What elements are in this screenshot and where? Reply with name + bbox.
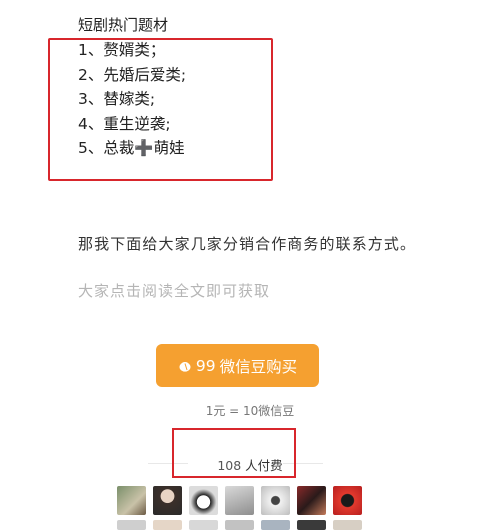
avatar[interactable] [117, 520, 146, 530]
avatar[interactable] [261, 486, 290, 515]
avatar[interactable] [297, 486, 326, 515]
avatar[interactable] [261, 520, 290, 530]
paragraph-text: 那我下面给大家几家分销合作商务的联系方式。 [78, 235, 417, 253]
read-more-hint: 大家点击阅读全文即可获取 [78, 282, 271, 300]
avatar[interactable] [189, 520, 218, 530]
highlight-box-payers [172, 428, 296, 478]
buy-with-beans-button[interactable]: 99 微信豆购买 [156, 344, 319, 387]
list-title: 短剧热门题材 [78, 16, 169, 34]
buy-amount: 99 [195, 356, 216, 375]
avatar[interactable] [225, 486, 254, 515]
avatar[interactable] [333, 520, 362, 530]
exchange-rate-text: 1元 = 10微信豆 [205, 404, 295, 418]
avatar[interactable] [153, 486, 182, 515]
payer-avatars-row2 [117, 520, 362, 530]
buy-label: 微信豆购买 [219, 357, 298, 376]
avatar[interactable] [189, 486, 218, 515]
avatar[interactable] [297, 520, 326, 530]
avatar[interactable] [225, 520, 254, 530]
bean-icon [178, 359, 192, 373]
avatar[interactable] [153, 520, 182, 530]
avatar[interactable] [333, 486, 362, 515]
avatar[interactable] [117, 486, 146, 515]
payer-avatars [117, 486, 362, 515]
highlight-box-list [48, 38, 273, 181]
